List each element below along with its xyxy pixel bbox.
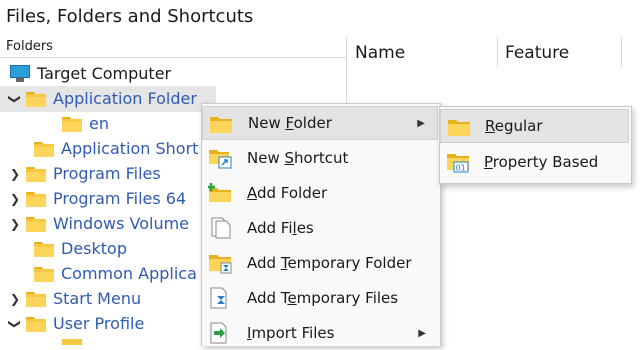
tree-item-windows-volume[interactable]: ❯ Windows Volume [8, 211, 189, 237]
property-folder-icon: 01 [447, 154, 469, 173]
tree-item-start-menu[interactable]: ❯ Start Menu [8, 286, 141, 312]
tree-item-application-shortcuts[interactable]: Application Short [34, 136, 198, 162]
add-folder-icon [208, 183, 231, 202]
submenu-arrow-icon: ▶ [417, 117, 425, 129]
column-separator[interactable] [497, 37, 498, 67]
folder-icon [26, 316, 46, 332]
folder-icon [26, 91, 46, 107]
add-files-icon [211, 217, 231, 239]
chevron-right-icon[interactable]: ❯ [8, 211, 22, 237]
tree-item-program-files[interactable]: ❯ Program Files [8, 161, 161, 187]
menu-item-add-temporary-files[interactable]: Add Temporary Files [202, 281, 438, 315]
folder-icon [448, 120, 470, 136]
chevron-right-icon[interactable]: ❯ [8, 286, 22, 312]
folder-icon [62, 116, 82, 132]
tree-item-en[interactable]: en [62, 111, 109, 137]
folder-icon [26, 216, 46, 232]
folder-icon [34, 241, 54, 257]
temporary-files-icon [210, 287, 227, 309]
import-files-icon [210, 322, 227, 344]
folder-icon [26, 191, 46, 207]
folder-icon [26, 166, 46, 182]
tree-header: Folders [0, 37, 346, 58]
column-header-feature[interactable]: Feature [505, 43, 569, 63]
folder-icon [62, 339, 82, 345]
folder-icon [34, 141, 54, 157]
chevron-right-icon[interactable]: ❯ [8, 186, 22, 212]
menu-item-add-temporary-folder[interactable]: Add Temporary Folder [202, 246, 438, 280]
chevron-down-icon[interactable]: ❯ [2, 317, 28, 331]
folder-icon [34, 266, 54, 282]
submenu-arrow-icon: ▶ [418, 327, 426, 339]
chevron-down-icon[interactable]: ❯ [2, 92, 28, 106]
tree-item-application-folder[interactable]: ❯ Application Folder [0, 86, 216, 112]
menu-item-new-folder[interactable]: New Folder ▶ [202, 106, 438, 140]
tree-item-program-files-64[interactable]: ❯ Program Files 64 [8, 186, 186, 212]
shortcut-icon [209, 150, 232, 169]
menu-item-add-folder[interactable]: Add Folder [202, 176, 438, 210]
folder-icon [26, 291, 46, 307]
new-folder-submenu: Regular 01 Property Based [439, 106, 632, 184]
chevron-right-icon[interactable]: ❯ [8, 161, 22, 187]
menu-item-add-files[interactable]: Add Files [202, 211, 438, 245]
svg-text:01: 01 [456, 164, 466, 173]
page-title: Files, Folders and Shortcuts [6, 6, 254, 27]
column-header-name[interactable]: Name [355, 43, 405, 63]
tree-item-desktop[interactable]: Desktop [34, 236, 127, 262]
tree-item-common-application-data[interactable]: Common Applica [34, 261, 197, 287]
folder-icon [210, 117, 232, 133]
menu-item-new-shortcut[interactable]: New Shortcut [202, 141, 438, 175]
context-menu: New Folder ▶ New Shortcut Add Folder Add… [201, 103, 441, 346]
computer-icon [10, 65, 30, 83]
menu-item-property-based[interactable]: 01 Property Based [440, 145, 629, 179]
tree-item-target-computer[interactable]: Target Computer [10, 61, 171, 87]
menu-item-regular[interactable]: Regular [440, 109, 629, 143]
column-separator[interactable] [621, 37, 622, 67]
tree-item-user-profile[interactable]: ❯ User Profile [8, 311, 144, 337]
temporary-folder-icon [209, 255, 232, 274]
